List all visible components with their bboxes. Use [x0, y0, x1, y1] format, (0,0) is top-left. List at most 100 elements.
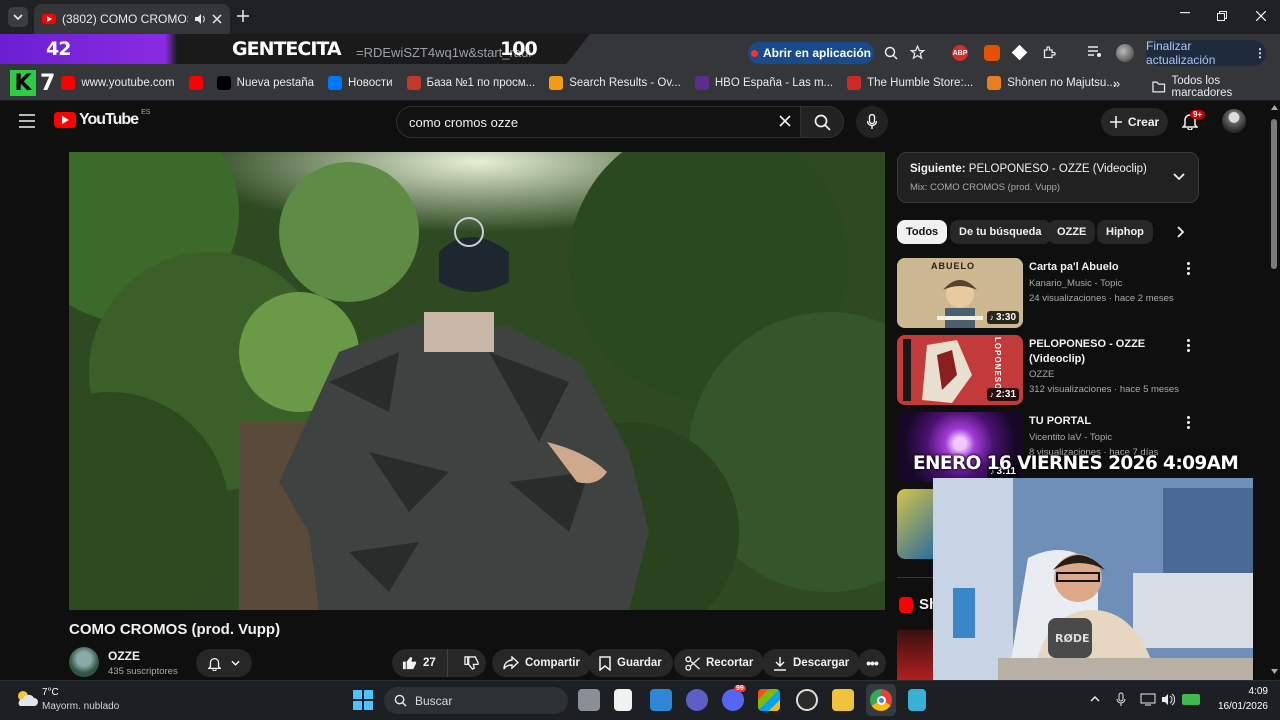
kebab-menu-icon[interactable]	[1187, 262, 1191, 276]
channel-name[interactable]: OZZE	[108, 649, 140, 663]
close-window-icon[interactable]	[1256, 11, 1266, 21]
share-button[interactable]: Compartir	[492, 649, 591, 677]
notes-icon[interactable]	[908, 689, 926, 711]
tab-active[interactable]: (3802) COMO CROMOS (pr	[34, 4, 230, 34]
like-button[interactable]: 27	[392, 649, 448, 677]
voice-search-button[interactable]	[856, 106, 888, 138]
short-thumbnail-partial[interactable]	[897, 630, 933, 680]
bookmark-item[interactable]: The Humble Store:...	[847, 76, 973, 90]
chip-ozze[interactable]: OZZE	[1048, 220, 1096, 244]
extension-fox-icon[interactable]	[984, 45, 1000, 61]
youtube-icon	[61, 76, 76, 90]
hamburger-menu-icon[interactable]	[19, 114, 35, 128]
share-icon	[503, 656, 519, 670]
expand-chevron-icon[interactable]	[1173, 173, 1185, 181]
chips-scroll-right[interactable]	[1155, 218, 1199, 246]
chip-all[interactable]: Todos	[897, 220, 948, 244]
download-button[interactable]: Descargar	[762, 649, 861, 677]
chrome-taskbar-active[interactable]	[866, 684, 896, 716]
adblock-extension-icon[interactable]: ABP	[952, 45, 968, 61]
scrollbar-thumb[interactable]	[1271, 119, 1277, 269]
subscribed-bell-button[interactable]	[196, 649, 252, 677]
video-title: COMO CROMOS (prod. Vupp)	[69, 621, 281, 638]
video-player[interactable]	[69, 152, 885, 610]
bookmark-item[interactable]: Nueva pestaña	[216, 76, 315, 90]
clip-button[interactable]: Recortar	[674, 649, 765, 677]
bookmark-item[interactable]: HBO España - Las m...	[694, 76, 833, 90]
shorts-icon	[899, 596, 913, 613]
extensions-puzzle-icon[interactable]	[1042, 45, 1057, 60]
network-icon[interactable]	[1140, 693, 1156, 706]
chip-hiphop[interactable]: Hiphop	[1097, 220, 1153, 244]
recommendation-item[interactable]: LOPONESO ♪ 2:31 PELOPONESO - OZZE (Video…	[897, 335, 1197, 407]
bookmark-star-icon[interactable]	[910, 45, 925, 60]
weather-temperature[interactable]: 7°C	[42, 687, 59, 698]
search-button[interactable]	[800, 106, 844, 138]
scroll-up-arrow-icon[interactable]	[1271, 105, 1278, 110]
obs-studio-icon[interactable]	[796, 689, 818, 711]
create-button[interactable]: Crear	[1101, 108, 1168, 136]
close-tab-icon[interactable]	[212, 14, 222, 24]
microphone-tray-icon[interactable]	[1116, 692, 1126, 707]
weather-cloud-icon[interactable]	[14, 688, 38, 708]
thumbnail: LOPONESO ♪ 2:31	[897, 335, 1023, 405]
all-bookmarks-button[interactable]: Todos los marcadores	[1152, 75, 1280, 99]
finish-update-button[interactable]: Finalizar actualización ⋮	[1146, 39, 1266, 67]
discord-icon[interactable]: 99	[722, 685, 746, 711]
notepad-file-icon[interactable]	[614, 689, 632, 711]
minimize-icon[interactable]	[1180, 12, 1190, 14]
windows-start-icon[interactable]	[353, 690, 373, 710]
taskbar-date[interactable]: 16/01/2026	[1204, 701, 1268, 712]
search-input[interactable]: como cromos ozze	[396, 106, 804, 138]
recommendation-item[interactable]: ABUELO ♪ 3:30 Carta pa'l Abuelo Kanario_…	[897, 258, 1197, 330]
new-tab-icon[interactable]	[237, 10, 249, 22]
open-in-app-button[interactable]: Abrir en aplicación	[748, 42, 874, 64]
clear-search-icon[interactable]	[779, 115, 791, 127]
dislike-button[interactable]	[454, 656, 479, 670]
taskbar-time[interactable]: 4:09	[1210, 686, 1268, 697]
file-explorer-icon[interactable]	[832, 689, 854, 711]
open-in-app-label: Abrir en aplicación	[762, 46, 872, 60]
save-button[interactable]: Guardar	[588, 649, 673, 677]
up-next-panel[interactable]: Siguiente: PELOPONESO - OZZE (Videoclip)…	[897, 152, 1199, 203]
bookmark-item[interactable]: www.youtube.com	[61, 76, 175, 90]
scroll-down-arrow-icon[interactable]	[1271, 669, 1278, 674]
task-view-icon[interactable]	[578, 689, 600, 711]
more-actions-button[interactable]: •••	[858, 649, 886, 677]
bookmark-label: Search Results - Ov...	[569, 77, 681, 89]
bookmark-item[interactable]: Search Results - Ov...	[549, 76, 681, 90]
tab-list-button[interactable]	[8, 7, 28, 27]
account-avatar[interactable]	[1222, 109, 1246, 133]
chip-from-search[interactable]: De tu búsqueda	[950, 220, 1051, 244]
restore-icon[interactable]	[1217, 11, 1227, 21]
kebab-menu-icon[interactable]	[1187, 339, 1191, 353]
bookmark-item[interactable]	[188, 76, 203, 90]
zoom-search-icon[interactable]	[884, 46, 898, 60]
weather-description[interactable]: Mayorm. nublado	[42, 701, 119, 712]
humble-icon	[847, 76, 862, 90]
thumbnail-partial[interactable]	[897, 489, 933, 559]
more-bookmarks-chevron-icon[interactable]: »	[1113, 76, 1120, 91]
profile-avatar[interactable]	[1116, 44, 1134, 62]
taskbar-search-box[interactable]: Buscar	[384, 687, 568, 714]
youtube-logo[interactable]: YouTube ES	[54, 109, 150, 129]
volume-icon[interactable]	[1161, 693, 1175, 706]
media-control-icon[interactable]	[1088, 46, 1102, 58]
overlay-left-number: 42	[46, 38, 71, 60]
kebab-menu-icon[interactable]	[1187, 416, 1191, 430]
channel-avatar[interactable]	[69, 647, 99, 677]
bookmark-item[interactable]: Новости	[328, 76, 393, 90]
teams-icon[interactable]	[686, 689, 708, 711]
speaker-icon[interactable]	[194, 13, 206, 25]
bookmark-item[interactable]: База №1 по просм...	[406, 76, 535, 90]
notifications-button[interactable]: 9+	[1182, 110, 1206, 132]
mail-icon[interactable]	[650, 689, 672, 711]
page-scrollbar[interactable]	[1268, 101, 1280, 680]
stream-datetime-overlay: ENERO 16 VIERNES 2026 4:09AM	[913, 453, 1239, 474]
microsoft-store-icon[interactable]	[758, 689, 780, 711]
bookmark-label: Nueva pestaña	[236, 77, 315, 89]
menu-kebab-icon: ⋮	[1254, 46, 1266, 60]
chevron-up-icon[interactable]	[1090, 695, 1100, 702]
gamepad-battery-icon[interactable]	[1182, 694, 1200, 705]
bookmark-item[interactable]: Shōnen no Majutsu...	[987, 76, 1116, 90]
